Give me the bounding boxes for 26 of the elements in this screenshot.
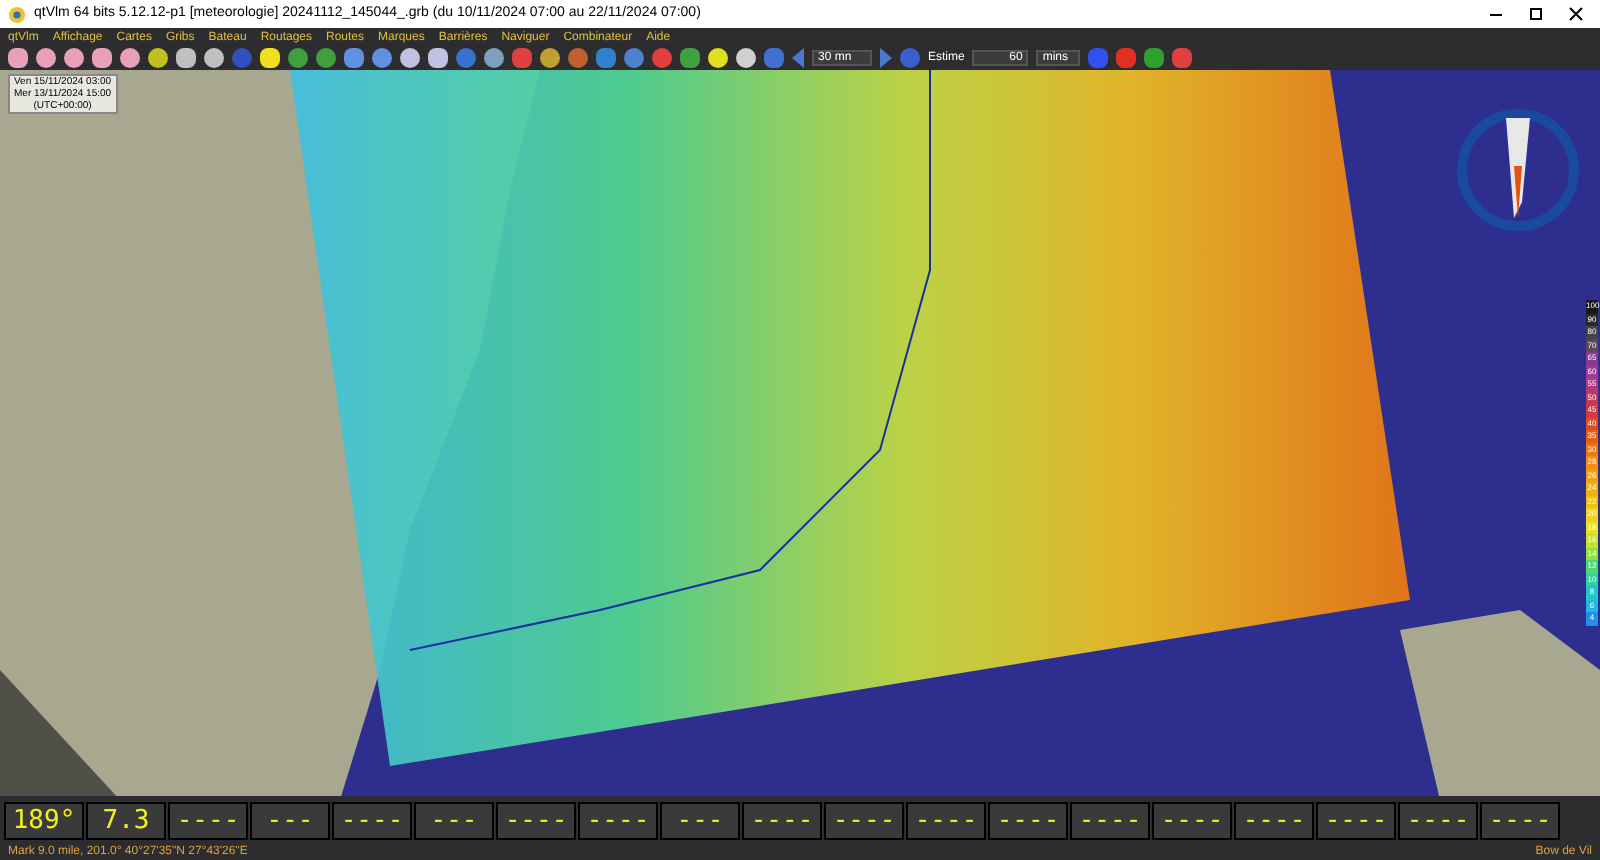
instrument-display: ---- — [1152, 801, 1232, 839]
instrument-display: ---- — [1480, 801, 1560, 839]
app-icon — [8, 5, 26, 23]
instrument-display: 189° — [4, 801, 84, 839]
close-icon[interactable] — [1568, 6, 1584, 22]
instrument-display: ---- — [1316, 801, 1396, 839]
compass-drawing — [1454, 106, 1582, 234]
previous-icon[interactable] — [792, 48, 804, 68]
toolbar-icon[interactable] — [1144, 48, 1165, 68]
instrument-display: ---- — [742, 801, 822, 839]
instrument-display: ---- — [168, 801, 248, 839]
instrument-display: ---- — [1070, 801, 1150, 839]
instrument-display: --- — [414, 801, 494, 839]
instrument-display: ---- — [824, 801, 904, 839]
map-drawing[interactable] — [0, 70, 1600, 796]
next-icon[interactable] — [880, 48, 892, 68]
instrument-display: ---- — [906, 801, 986, 839]
instrument-display: ---- — [1234, 801, 1314, 839]
instrument-display: ---- — [496, 801, 576, 839]
instrument-display: ---- — [1398, 801, 1478, 839]
instrument-display: --- — [660, 801, 740, 839]
instrument-display: ---- — [332, 801, 412, 839]
instrument-display: ---- — [988, 801, 1068, 839]
instrument-display: ---- — [578, 801, 658, 839]
instrument-display: --- — [250, 801, 330, 839]
instrument-display: 7.3 — [86, 801, 166, 839]
